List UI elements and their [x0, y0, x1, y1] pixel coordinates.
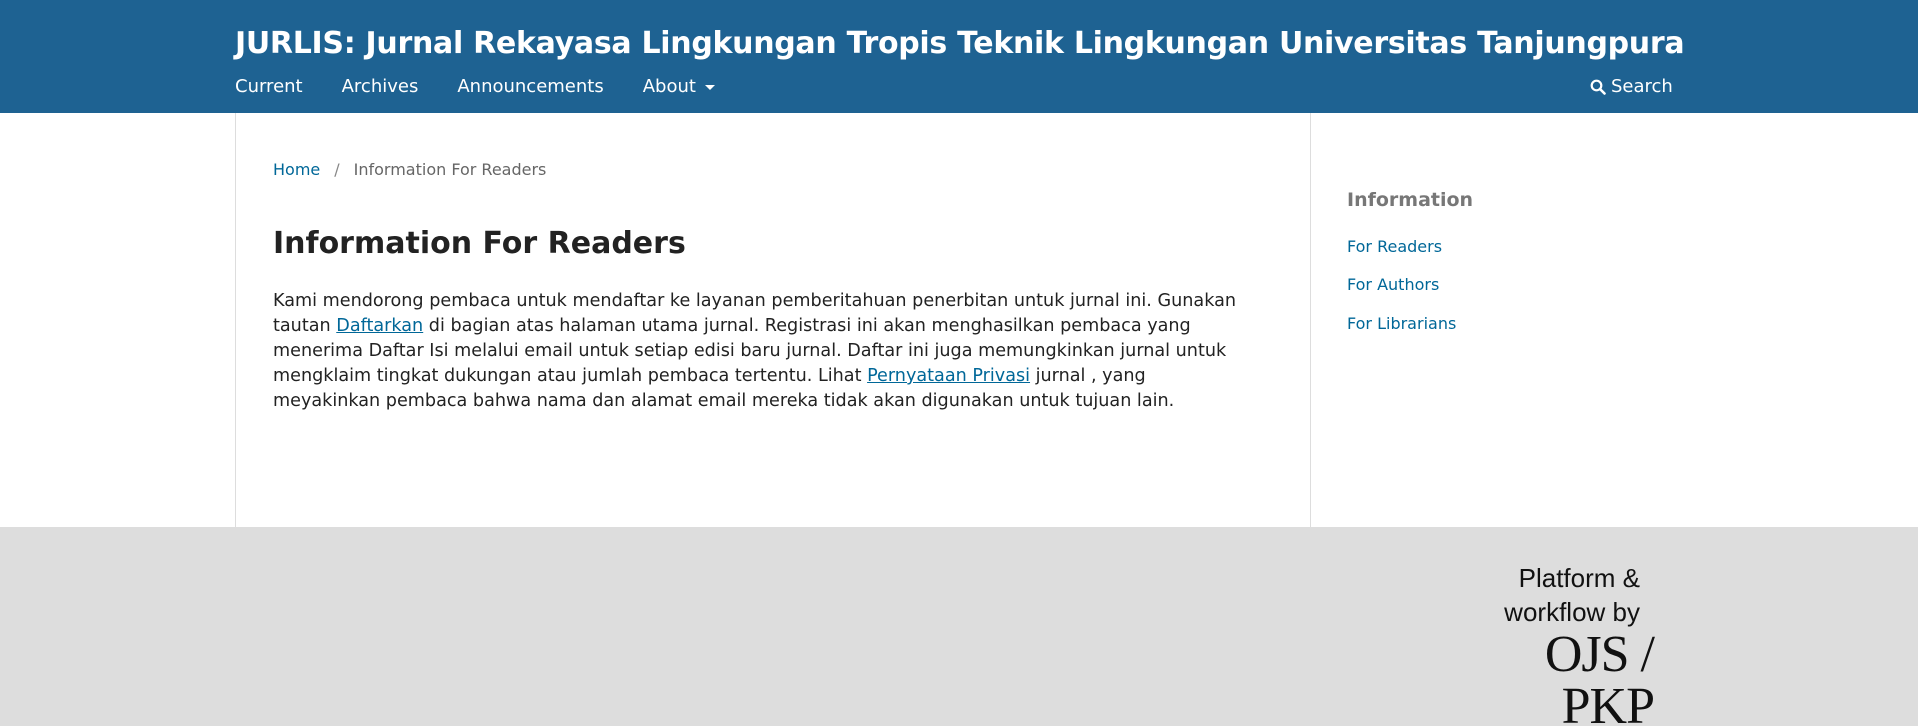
search-icon — [1590, 79, 1606, 95]
sidebar-link-for-authors[interactable]: For Authors — [1347, 275, 1439, 294]
nav-announcements[interactable]: Announcements — [457, 76, 603, 97]
site-header: JURLIS: Jurnal Rekayasa Lingkungan Tropi… — [0, 0, 1918, 113]
breadcrumb-current: Information For Readers — [353, 160, 547, 179]
search-button[interactable]: Search — [1590, 76, 1673, 97]
breadcrumb-home[interactable]: Home — [273, 160, 320, 179]
pkp-logo-mark: OJS / PKP — [1544, 626, 1655, 726]
page-title: Information For Readers — [273, 226, 686, 261]
register-link[interactable]: Daftarkan — [336, 316, 423, 336]
main-content: Home / Information For Readers Informati… — [235, 113, 1311, 527]
pkp-logo-text-1: Platform & — [1518, 563, 1640, 593]
chevron-down-icon — [704, 85, 715, 90]
breadcrumb-separator: / — [334, 160, 340, 179]
nav-archives[interactable]: Archives — [342, 76, 419, 97]
sidebar-link-for-readers[interactable]: For Readers — [1347, 237, 1442, 256]
ojs-pkp-logo-link[interactable]: Platform & workflow by OJS / PKP — [1458, 561, 1655, 726]
search-label: Search — [1611, 76, 1673, 97]
breadcrumb: Home / Information For Readers — [273, 160, 546, 179]
content-area: Home / Information For Readers Informati… — [0, 113, 1918, 527]
nav-current[interactable]: Current — [235, 76, 303, 97]
nav-about[interactable]: About — [643, 76, 715, 97]
site-title[interactable]: JURLIS: Jurnal Rekayasa Lingkungan Tropi… — [235, 26, 1685, 61]
page-body-text: Kami mendorong pembaca untuk mendaftar k… — [273, 289, 1253, 414]
sidebar-title: Information — [1347, 189, 1474, 211]
pkp-logo-text-2: workflow by — [1504, 597, 1640, 627]
primary-nav: Current Archives Announcements About — [235, 76, 754, 97]
nav-about-label: About — [642, 76, 696, 97]
sidebar-link-for-librarians[interactable]: For Librarians — [1347, 314, 1456, 333]
site-footer: Platform & workflow by OJS / PKP — [0, 527, 1918, 726]
privacy-statement-link[interactable]: Pernyataan Privasi — [867, 366, 1030, 386]
